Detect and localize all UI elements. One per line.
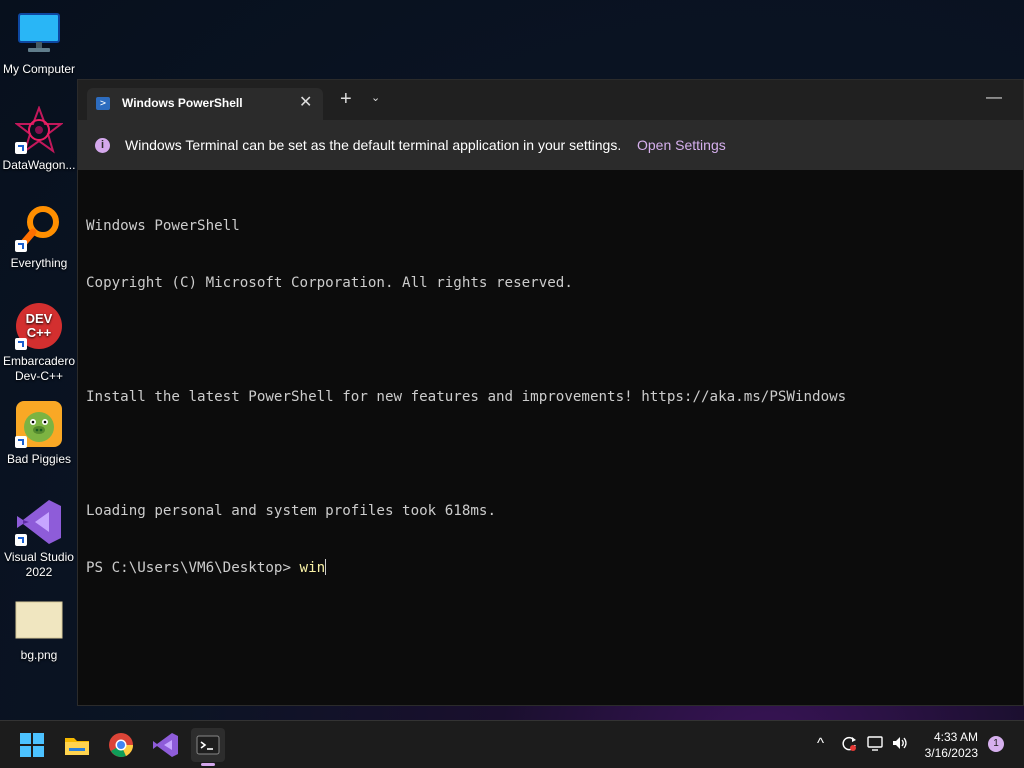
terminal-icon	[196, 735, 220, 755]
chevron-down-icon[interactable]: ⌄	[371, 91, 380, 104]
shortcut-arrow-icon	[15, 338, 27, 350]
prompt-line[interactable]: PS C:\Users\VM6\Desktop> win	[86, 559, 1016, 578]
desktop-icon-visual-studio[interactable]: Visual Studio 2022	[0, 498, 78, 580]
shortcut-arrow-icon	[15, 240, 27, 252]
desktop-icon-label: DataWagon...	[2, 158, 76, 172]
visual-studio-icon	[153, 733, 178, 757]
terminal-window[interactable]: > Windows PowerShell ✕ + ⌄ — i Windows T…	[77, 79, 1024, 706]
desktop-icon-label: Everything	[10, 256, 68, 270]
shortcut-arrow-icon	[15, 142, 27, 154]
minimize-icon[interactable]: —	[986, 89, 1002, 107]
desktop-icon-bg-png[interactable]: bg.png	[0, 596, 78, 663]
desktop-icon-label: bg.png	[20, 648, 58, 662]
volume-icon[interactable]	[891, 734, 909, 756]
info-bar: i Windows Terminal can be set as the def…	[78, 120, 1023, 170]
taskbar: ^ 4:33 AM 3/16/2023 1	[0, 720, 1024, 768]
bad-piggies-icon	[15, 400, 63, 448]
active-app-indicator	[201, 763, 215, 766]
desktop-icon-devcpp[interactable]: DEV C++ Embarcadero Dev-C++	[0, 302, 78, 384]
start-icon	[20, 733, 44, 757]
desktop-icon-label: Bad Piggies	[6, 452, 72, 466]
image-file-icon	[15, 596, 63, 644]
open-settings-link[interactable]: Open Settings	[637, 137, 726, 153]
visual-studio-icon	[15, 498, 63, 546]
desktop-icon-bad-piggies[interactable]: Bad Piggies	[0, 400, 78, 467]
clock-date: 3/16/2023	[924, 746, 978, 760]
info-message: Windows Terminal can be set as the defau…	[125, 137, 622, 153]
network-icon[interactable]	[866, 734, 884, 756]
visual-studio-button[interactable]	[148, 728, 182, 762]
magnifier-icon	[15, 204, 63, 252]
desktop-icon-datawagon[interactable]: DataWagon...	[0, 105, 78, 173]
powershell-icon: >	[96, 97, 110, 110]
devcpp-icon: DEV C++	[15, 302, 63, 350]
shortcut-arrow-icon	[15, 436, 27, 448]
chrome-button[interactable]	[104, 728, 138, 762]
output-line: Copyright (C) Microsoft Corporation. All…	[86, 275, 573, 291]
close-tab-icon[interactable]: ✕	[299, 92, 312, 112]
desktop-icon-my-computer[interactable]: My Computer	[0, 10, 78, 77]
chrome-icon	[109, 733, 134, 757]
svg-text:C++: C++	[27, 325, 52, 340]
info-icon: i	[95, 138, 110, 153]
desktop-icon-label: My Computer	[2, 62, 76, 76]
svg-text:DEV: DEV	[26, 311, 53, 326]
tab-windows-powershell[interactable]: > Windows PowerShell ✕	[87, 88, 323, 120]
typed-command[interactable]: win	[300, 560, 326, 576]
text-cursor	[325, 559, 327, 575]
desktop-icon-everything[interactable]: Everything	[0, 204, 78, 271]
file-explorer-button[interactable]	[60, 728, 94, 762]
file-explorer-icon	[65, 738, 89, 755]
tab-title: Windows PowerShell	[122, 96, 243, 110]
desktop-icon-label: Embarcadero Dev-C++	[2, 354, 76, 383]
notification-badge[interactable]: 1	[988, 736, 1004, 752]
clock-time: 4:33 AM	[933, 730, 978, 744]
datawagon-icon	[14, 105, 64, 154]
prompt: PS C:\Users\VM6\Desktop>	[86, 560, 300, 576]
terminal-output[interactable]: Windows PowerShell Copyright (C) Microso…	[86, 179, 1016, 616]
output-line: Loading personal and system profiles too…	[86, 503, 496, 519]
chevron-up-icon[interactable]: ^	[817, 735, 824, 752]
title-bar[interactable]: > Windows PowerShell ✕ + ⌄ —	[78, 80, 1023, 120]
desktop-icon-label: Visual Studio 2022	[4, 550, 74, 579]
terminal-button[interactable]	[191, 728, 225, 762]
new-tab-plus-icon[interactable]: +	[340, 88, 352, 110]
output-line: Install the latest PowerShell for new fe…	[86, 389, 847, 405]
system-clock[interactable]: 4:33 AM 3/16/2023	[912, 729, 978, 761]
start-button[interactable]	[15, 728, 49, 762]
shortcut-arrow-icon	[15, 534, 27, 546]
sync-icon[interactable]	[840, 734, 858, 756]
monitor-icon	[15, 10, 63, 58]
output-line: Windows PowerShell	[86, 218, 240, 234]
